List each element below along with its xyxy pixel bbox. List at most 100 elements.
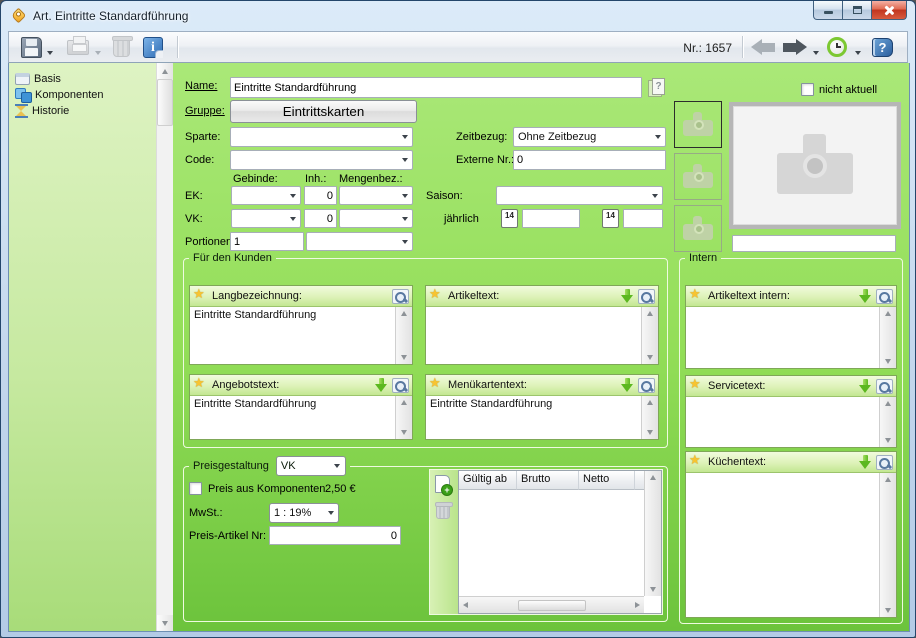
portionen-input[interactable] (230, 232, 304, 251)
ek-inh-input[interactable] (304, 186, 337, 205)
externe-nr-input[interactable] (513, 150, 666, 170)
forward-arrow-icon[interactable] (783, 39, 807, 55)
artikeltext-textarea[interactable] (426, 307, 658, 364)
price-column-gueltig-ab[interactable]: Gültig ab (459, 471, 517, 490)
print-icon[interactable] (67, 36, 89, 55)
portionen-label: Portionen: (185, 236, 236, 248)
vk-mengenbez-select[interactable] (339, 209, 413, 228)
preis-artikel-input[interactable] (269, 526, 401, 545)
insert-down-arrow-icon[interactable] (375, 377, 388, 393)
artikeltext-intern-textarea[interactable] (686, 307, 896, 368)
save-dropdown-button[interactable] (47, 46, 53, 58)
magnifier-icon[interactable] (392, 377, 409, 393)
magnifier-icon[interactable] (876, 454, 893, 470)
sidebar-item-label: Basis (34, 72, 61, 85)
vk-inh-input[interactable] (304, 209, 337, 228)
nicht-aktuell-checkbox[interactable] (801, 83, 814, 96)
image-preview[interactable] (729, 102, 901, 229)
image-caption-input[interactable] (732, 235, 896, 252)
add-price-icon[interactable] (435, 475, 453, 496)
saison-select[interactable] (496, 186, 663, 205)
insert-down-arrow-icon[interactable] (621, 377, 634, 393)
scroll-down-icon[interactable] (157, 615, 173, 631)
price-table-hscrollbar[interactable] (459, 596, 644, 613)
preis-mode-select[interactable]: VK (275, 456, 346, 476)
preis-aus-komponenten-checkbox[interactable] (189, 482, 202, 495)
ek-mengenbez-select[interactable] (339, 186, 413, 205)
textarea-scrollbar[interactable] (879, 397, 896, 447)
delete-icon[interactable] (112, 36, 133, 57)
magnifier-icon[interactable] (638, 377, 655, 393)
sidebar-item-komponenten[interactable]: Komponenten (15, 86, 150, 103)
vk-label: VK: (185, 213, 203, 225)
scroll-up-icon[interactable] (157, 63, 173, 79)
forward-dropdown-button[interactable] (813, 46, 819, 58)
name-input[interactable] (230, 77, 642, 98)
price-table-vscrollbar[interactable] (644, 471, 661, 596)
insert-down-arrow-icon[interactable] (859, 378, 872, 394)
close-button[interactable] (871, 1, 907, 20)
kuechentext-textarea[interactable] (686, 473, 896, 617)
image-thumbnail-3[interactable] (674, 205, 722, 252)
code-select[interactable] (230, 150, 413, 170)
back-arrow-icon[interactable] (751, 39, 775, 55)
date-to-input[interactable] (623, 209, 663, 228)
zeitbezug-select[interactable]: Ohne Zeitbezug (513, 127, 666, 147)
hourglass-icon (15, 103, 28, 118)
sparte-select[interactable] (230, 127, 413, 147)
mwst-select[interactable]: 1 : 19% (269, 503, 339, 523)
sidebar-item-basis[interactable]: Basis (15, 70, 150, 87)
insert-down-arrow-icon[interactable] (621, 288, 634, 304)
scrollbar-thumb[interactable] (517, 599, 586, 611)
minimize-button[interactable] (813, 1, 843, 20)
maximize-button[interactable] (842, 1, 872, 20)
date-from-input[interactable] (522, 209, 580, 228)
print-dropdown-button[interactable] (95, 46, 101, 58)
textarea-scrollbar[interactable] (641, 396, 658, 439)
save-icon[interactable] (21, 37, 42, 58)
artikeltext-label: Artikeltext: (448, 290, 500, 302)
magnifier-icon[interactable] (876, 378, 893, 394)
price-table[interactable]: Gültig ab Brutto Netto (458, 470, 662, 614)
menuekartentext-textarea[interactable]: Eintritte Standardführung (426, 396, 658, 439)
camera-icon (777, 134, 853, 194)
magnifier-icon[interactable] (638, 288, 655, 304)
image-thumbnail-2[interactable] (674, 153, 722, 200)
textarea-scrollbar[interactable] (395, 396, 412, 439)
sidebar-item-historie[interactable]: Historie (15, 102, 150, 119)
servicetext-textarea[interactable] (686, 397, 896, 447)
insert-down-arrow-icon[interactable] (859, 454, 872, 470)
image-thumbnail-1[interactable] (674, 101, 722, 148)
magnifier-icon[interactable] (392, 288, 409, 304)
gruppe-button[interactable]: Eintrittskarten (230, 100, 417, 123)
history-dropdown-button[interactable] (855, 46, 861, 58)
date-to-calendar-button[interactable]: 14 (602, 209, 619, 228)
insert-down-arrow-icon[interactable] (859, 288, 872, 304)
scrollbar-thumb[interactable] (157, 79, 173, 126)
help-icon[interactable]: ? (872, 38, 893, 57)
info-icon[interactable]: i (143, 37, 163, 58)
portionen-einheit-select[interactable] (306, 232, 413, 251)
price-column-netto[interactable]: Netto (579, 471, 635, 490)
code-label: Code: (185, 154, 215, 166)
delete-price-icon[interactable] (435, 502, 453, 519)
magnifier-icon[interactable] (876, 288, 893, 304)
price-column-brutto[interactable]: Brutto (517, 471, 579, 490)
vk-gebinde-select[interactable] (231, 209, 301, 228)
chevron-down-icon (397, 193, 412, 198)
name-help-button[interactable]: ? (648, 78, 666, 97)
history-clock-icon[interactable] (827, 37, 847, 57)
textarea-scrollbar[interactable] (879, 473, 896, 617)
ek-gebinde-select[interactable] (231, 186, 301, 205)
textarea-scrollbar[interactable] (395, 307, 412, 364)
window-title: Art. Eintritte Standardführung (33, 9, 189, 23)
sidebar-scrollbar[interactable] (156, 63, 173, 631)
date-from-calendar-button[interactable]: 14 (501, 209, 518, 228)
textarea-scrollbar[interactable] (879, 307, 896, 368)
angebotstext-textarea[interactable]: Eintritte Standardführung (190, 396, 412, 439)
scroll-left-icon[interactable] (463, 602, 468, 608)
scroll-right-icon[interactable] (635, 602, 640, 608)
langbezeichnung-textarea[interactable]: Eintritte Standardführung (190, 307, 412, 364)
textarea-scrollbar[interactable] (641, 307, 658, 364)
titlebar[interactable]: Art. Eintritte Standardführung (1, 1, 915, 31)
